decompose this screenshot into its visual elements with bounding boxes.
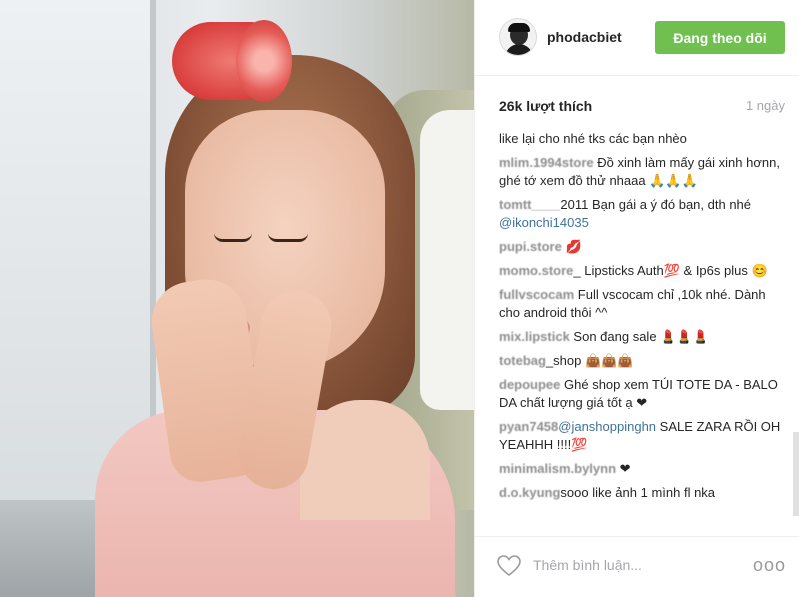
avatar-cap	[508, 23, 530, 32]
comment-item: totebag_shop 👜👜👜	[499, 352, 789, 370]
comment-text: 2011 Bạn gái a ý đó bạn, dth nhé	[560, 197, 752, 212]
comment-input[interactable]: Thêm bình luận...	[533, 557, 733, 573]
username-link[interactable]: phodacbiet	[547, 29, 622, 45]
avatar-body	[505, 44, 533, 55]
comment-item: pyan7458@janshoppinghn SALE ZARA RỒI OH …	[499, 418, 789, 454]
comment-user[interactable]: depoupee	[499, 377, 560, 392]
comment-text: 💋	[561, 239, 582, 254]
comment-item: pupi.store 💋	[499, 238, 789, 256]
post-photo[interactable]	[0, 0, 474, 597]
comment-item: d.o.kyungsooo like ảnh 1 mình fl nka	[499, 484, 789, 502]
post-header: phodacbiet Đang theo dõi	[475, 0, 799, 76]
comment-item: tomtt____2011 Bạn gái a ý đó bạn, dth nh…	[499, 196, 789, 232]
comment-item: mix.lipstick Son đang sale 💄💄💄	[499, 328, 789, 346]
comment-user[interactable]: pupi.store	[499, 239, 562, 254]
seat-headrest	[420, 110, 474, 410]
comment-user[interactable]: minimalism.bylynn	[499, 461, 616, 476]
comment-text: _ Lipsticks Auth💯 & Ip6s plus 😊	[573, 263, 768, 278]
comment-mention[interactable]: @ikonchi14035	[499, 215, 589, 230]
comment-scrollbar[interactable]	[793, 432, 799, 516]
left-eye	[214, 233, 252, 242]
hair-roller-end	[236, 20, 292, 102]
comment-text: like lại cho nhé tks các bạn nhèo	[499, 131, 687, 146]
shoulder	[300, 400, 430, 520]
comment-text: _shop 👜👜👜	[545, 353, 634, 368]
comment-item: depoupee Ghé shop xem TÚI TOTE DA - BALO…	[499, 376, 789, 412]
like-count[interactable]: 26k lượt thích	[499, 98, 592, 114]
comment-user[interactable]: momo.store	[499, 263, 573, 278]
comment-mention[interactable]: @janshoppinghn	[558, 419, 656, 434]
post-footer: Thêm bình luận... ooo	[475, 536, 799, 597]
more-options-icon[interactable]: ooo	[753, 555, 786, 576]
comment-text: Son đang sale 💄💄💄	[569, 329, 709, 344]
comment-user[interactable]: totebag	[499, 353, 546, 368]
comment-item: mlim.1994store Đồ xinh làm mấy gái xinh …	[499, 154, 789, 190]
following-button[interactable]: Đang theo dõi	[655, 21, 785, 54]
avatar[interactable]	[499, 18, 537, 56]
comment-user[interactable]: mix.lipstick	[499, 329, 570, 344]
comment-list[interactable]: like lại cho nhé tks các bạn nhèo mlim.1…	[499, 130, 789, 527]
comment-item: like lại cho nhé tks các bạn nhèo	[499, 130, 789, 148]
post-sidebar: phodacbiet Đang theo dõi 26k lượt thích …	[474, 0, 799, 597]
comment-text: sooo like ảnh 1 mình fl nka	[560, 485, 716, 500]
right-eye	[268, 233, 308, 242]
comment-user[interactable]: mlim.1994store	[499, 155, 594, 170]
heart-icon[interactable]	[497, 555, 521, 577]
comment-text: ❤	[616, 461, 631, 476]
comment-item: minimalism.bylynn ❤	[499, 460, 789, 478]
post-time[interactable]: 1 ngày	[746, 98, 785, 113]
comment-user[interactable]: fullvscocam	[499, 287, 574, 302]
comment-item: momo.store_ Lipsticks Auth💯 & Ip6s plus …	[499, 262, 789, 280]
comment-user[interactable]: tomtt____	[499, 197, 560, 212]
comment-user[interactable]: d.o.kyung	[499, 485, 560, 500]
comment-item: fullvscocam Full vscocam chỉ ,10k nhé. D…	[499, 286, 789, 322]
comment-user[interactable]: pyan7458	[499, 419, 558, 434]
